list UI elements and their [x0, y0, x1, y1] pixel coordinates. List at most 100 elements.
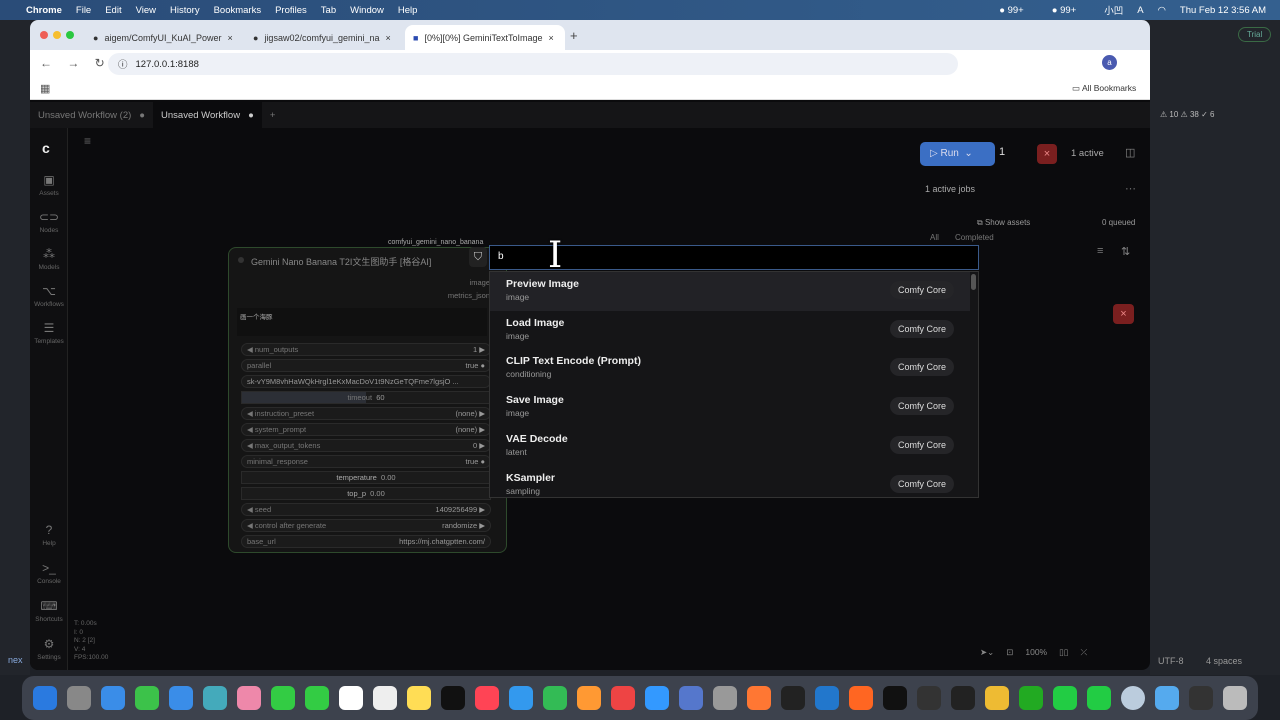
- sort-icon[interactable]: ⇅: [1121, 245, 1130, 258]
- sidebar-item-templates[interactable]: ☰ Templates: [30, 321, 68, 345]
- wechat-icon[interactable]: [1087, 686, 1111, 710]
- menu-profiles[interactable]: Profiles: [275, 5, 307, 16]
- widget-timeout-slider[interactable]: timeout 60: [241, 391, 491, 404]
- mail-icon[interactable]: [169, 686, 193, 710]
- launchpad-icon[interactable]: [67, 686, 91, 710]
- datagrip-icon[interactable]: [917, 686, 941, 710]
- widget-minimal-response[interactable]: minimal_response true ●: [241, 455, 491, 468]
- menu-bookmarks[interactable]: Bookmarks: [214, 5, 262, 16]
- intellij-icon[interactable]: [951, 686, 975, 710]
- sidebar-item-console[interactable]: >_ Console: [30, 561, 68, 585]
- indent-status[interactable]: 4 spaces: [1206, 656, 1242, 666]
- sidebar-item-help[interactable]: ? Help: [30, 523, 68, 547]
- comfy-logo[interactable]: c: [42, 140, 50, 156]
- filter-all[interactable]: All: [930, 233, 939, 243]
- capcut-icon[interactable]: [883, 686, 907, 710]
- widget-temperature[interactable]: temperature 0.00: [241, 471, 491, 484]
- zoom-level[interactable]: 100%: [1025, 647, 1047, 657]
- apps-icon[interactable]: ▦: [40, 82, 50, 95]
- nex-status[interactable]: nex: [8, 655, 23, 665]
- pages-icon[interactable]: [577, 686, 601, 710]
- sidebar-item-models[interactable]: ⁂ Models: [30, 247, 68, 271]
- workflow-tab[interactable]: Unsaved Workflow (2) ●: [30, 102, 153, 128]
- address-bar[interactable]: ⓘ 127.0.0.1:8188: [108, 53, 958, 75]
- wechat-icon[interactable]: ● 99+: [999, 5, 1038, 16]
- menu-view[interactable]: View: [136, 5, 156, 16]
- new-workflow-button[interactable]: +: [262, 102, 284, 128]
- problems-summary[interactable]: ⚠ 10 ⚠ 38 ✓ 6: [1160, 110, 1214, 119]
- facetime-icon[interactable]: [271, 686, 295, 710]
- input-source[interactable]: A: [1137, 5, 1143, 16]
- search-result-item[interactable]: VAE Decode latent Comfy Core: [490, 427, 970, 466]
- folder-icon[interactable]: [1155, 686, 1179, 710]
- cancel-job-button[interactable]: ×: [1113, 304, 1134, 324]
- widget-base-url[interactable]: base_url https://mj.chatgptten.com/: [241, 535, 491, 548]
- filter-completed[interactable]: Completed: [955, 233, 994, 243]
- info-icon[interactable]: ⓘ: [118, 57, 128, 71]
- minimap-icon[interactable]: ▯▯: [1059, 647, 1068, 658]
- clock[interactable]: Thu Feb 12 3:56 AM: [1180, 5, 1266, 16]
- widget-parallel[interactable]: parallel true ●: [241, 359, 491, 372]
- menu-file[interactable]: File: [76, 5, 91, 16]
- more-icon[interactable]: ⋯: [1125, 182, 1136, 195]
- menu-window[interactable]: Window: [350, 5, 384, 16]
- widget-num-outputs[interactable]: ◀ num_outputs 1 ▶: [241, 343, 491, 356]
- widget-max-output-tokens[interactable]: ◀ max_output_tokens 0 ▶: [241, 439, 491, 452]
- menu-help[interactable]: Help: [398, 5, 418, 16]
- search-result-item[interactable]: CLIP Text Encode (Prompt) conditioning Com…: [490, 349, 970, 388]
- search-result-item[interactable]: Save Image image Comfy Core: [490, 388, 970, 427]
- music-icon[interactable]: [475, 686, 499, 710]
- app-icon[interactable]: [1121, 686, 1145, 710]
- phone-icon[interactable]: [305, 686, 329, 710]
- new-tab-button[interactable]: +: [570, 28, 578, 43]
- wechat-icon[interactable]: [1053, 686, 1077, 710]
- chrome-icon[interactable]: [985, 686, 1009, 710]
- profile-avatar[interactable]: a: [1102, 55, 1117, 70]
- browser-tab-active[interactable]: ■ [0%][0%] GeminiTextToImage ×: [405, 25, 565, 50]
- maps-icon[interactable]: [203, 686, 227, 710]
- photos-icon[interactable]: [237, 686, 261, 710]
- browser-tab[interactable]: ● jigsaw02/comfyui_gemini_na ×: [245, 25, 405, 50]
- widget-top-p[interactable]: top_p 0.00: [241, 487, 491, 500]
- menu-edit[interactable]: Edit: [105, 5, 121, 16]
- menu-app[interactable]: Chrome: [26, 5, 62, 16]
- toggle-panel-icon[interactable]: ◫: [1125, 146, 1135, 159]
- app-icon[interactable]: [1019, 686, 1043, 710]
- node-search-input[interactable]: b: [489, 245, 979, 270]
- close-icon[interactable]: ×: [549, 33, 554, 43]
- cancel-button[interactable]: ×: [1037, 144, 1057, 164]
- appstore-icon[interactable]: [645, 686, 669, 710]
- sidebar-item-nodes[interactable]: ⊂⊃ Nodes: [30, 210, 68, 234]
- fit-view-icon[interactable]: ⊡: [1006, 647, 1013, 658]
- run-button[interactable]: ▷ Run ⌄: [920, 142, 995, 166]
- browser-tab[interactable]: ● aigem/ComfyUI_KuAI_Power ×: [85, 25, 245, 50]
- nav-buttons[interactable]: ← → ↻: [40, 56, 105, 70]
- filter-icon[interactable]: ⛉: [469, 247, 487, 267]
- testflight-icon[interactable]: [509, 686, 533, 710]
- widget-instruction-preset[interactable]: ◀ instruction_preset (none) ▶: [241, 407, 491, 420]
- menu-tab[interactable]: Tab: [321, 5, 336, 16]
- vscode-icon[interactable]: [815, 686, 839, 710]
- wechat-work-icon[interactable]: ● 99+: [1052, 5, 1091, 16]
- workflow-tab-active[interactable]: Unsaved Workflow ●: [153, 102, 262, 128]
- widget-control-after-generate[interactable]: ◀ control after generate randomize ▶: [241, 519, 491, 532]
- close-icon[interactable]: ×: [228, 33, 233, 43]
- sidebar-item-assets[interactable]: ▣ Assets: [30, 173, 68, 197]
- search-result-item[interactable]: KSampler sampling Comfy Core: [490, 466, 970, 498]
- app-icon[interactable]: [747, 686, 771, 710]
- active-count[interactable]: 1 active: [1071, 148, 1104, 159]
- output-image[interactable]: image: [448, 276, 490, 289]
- calendar-icon[interactable]: [339, 686, 363, 710]
- widget-seed[interactable]: ◀ seed 1409256499 ▶: [241, 503, 491, 516]
- sidebar-item-settings[interactable]: ⚙ Settings: [30, 637, 68, 661]
- output-metrics-json[interactable]: metrics_json: [448, 289, 490, 302]
- finder-icon[interactable]: [33, 686, 57, 710]
- trash-icon[interactable]: [1223, 686, 1247, 710]
- sidebar-item-shortcuts[interactable]: ⌨ Shortcuts: [30, 599, 68, 623]
- window-controls[interactable]: [40, 31, 48, 39]
- close-icon[interactable]: ×: [386, 33, 391, 43]
- show-assets-button[interactable]: ⧉ Show assets: [977, 218, 1030, 228]
- system-settings-icon[interactable]: [713, 686, 737, 710]
- tv-icon[interactable]: [441, 686, 465, 710]
- all-bookmarks[interactable]: ▭ All Bookmarks: [1072, 83, 1136, 94]
